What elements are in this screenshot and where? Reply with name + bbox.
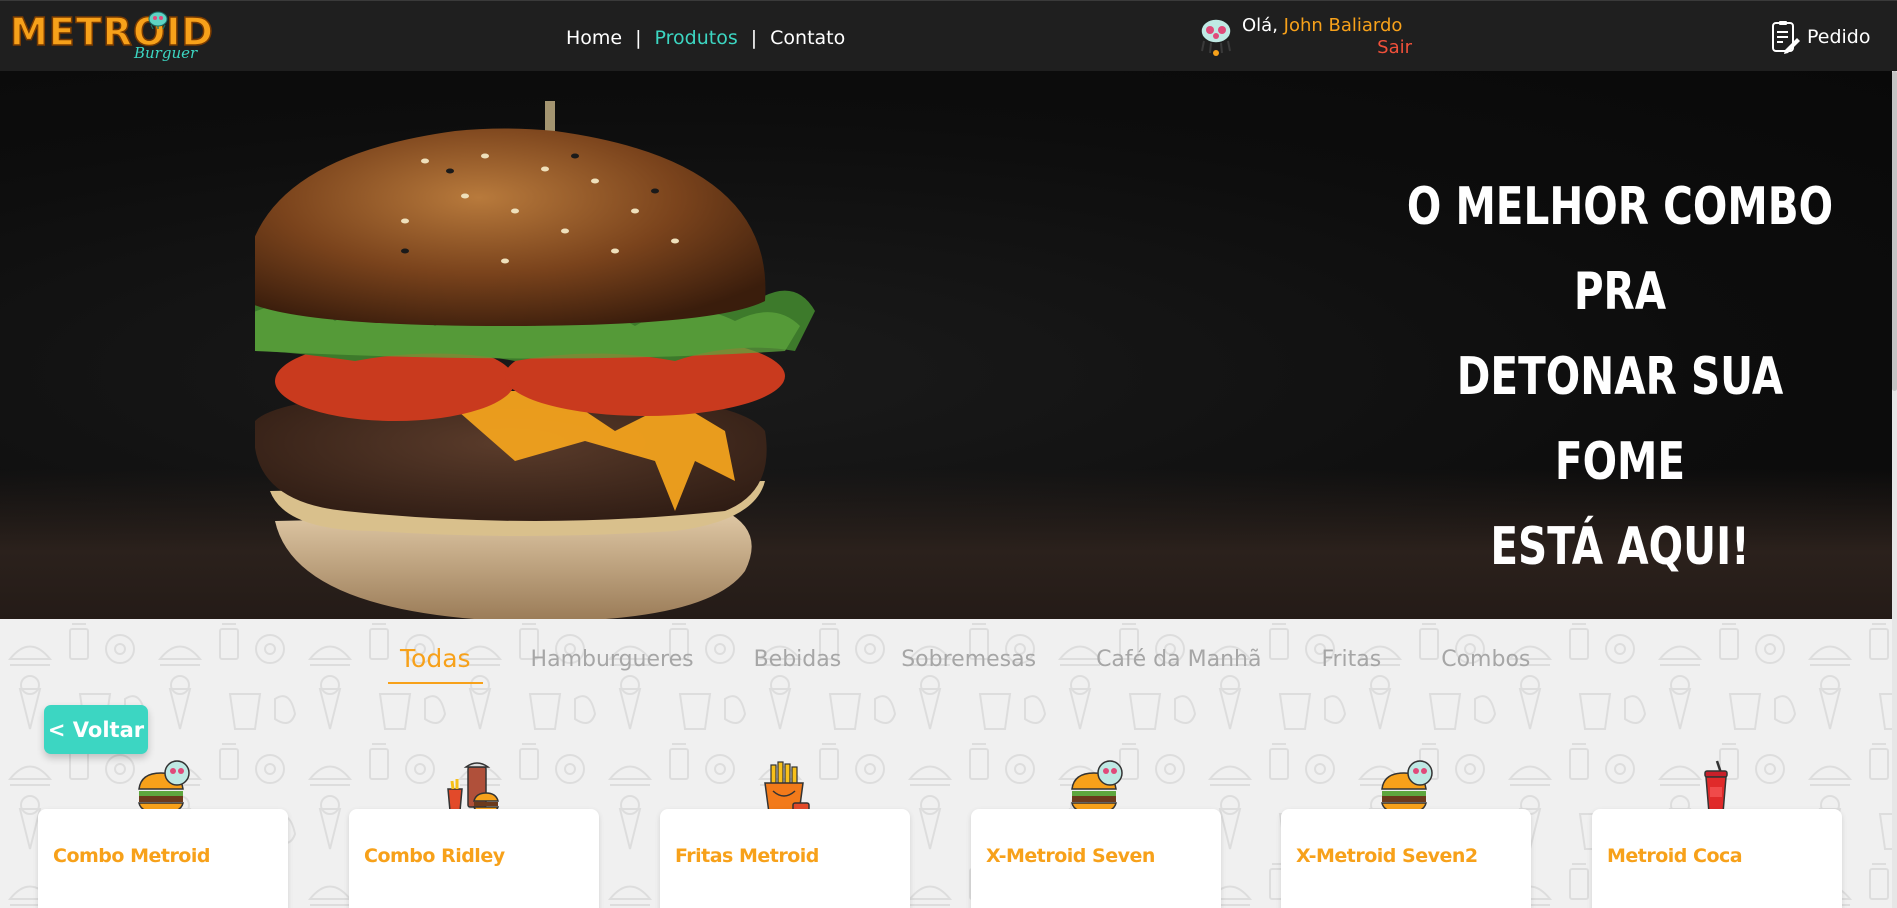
product-card[interactable]: X-Metroid Seven2 [1281,759,1531,908]
category-tab-sobremesas[interactable]: Sobremesas [889,647,1048,680]
nav-separator: | [635,27,642,49]
product-name: X-Metroid Seven [986,845,1155,867]
category-tab-hamburgueres[interactable]: Hamburgueres [519,647,706,680]
greeting-text: Olá, [1242,15,1278,36]
hero-line: O MELHOR COMBO PRA [1406,177,1834,322]
nav-link-contato[interactable]: Contato [770,27,845,49]
product-name: X-Metroid Seven2 [1296,845,1478,867]
hero-burger-image [255,101,815,619]
brand-logo[interactable]: METROID Burguer [9,11,214,63]
user-name: John Baliardo [1283,15,1403,36]
hero-banner: O MELHOR COMBO PRA DETONAR SUA FOME ESTÁ… [0,71,1892,619]
hero-line: DETONAR SUA FOME [1456,347,1784,492]
clipboard-edit-icon [1772,21,1800,54]
user-greeting: Olá, John Baliardo [1242,15,1402,36]
product-name: Combo Ridley [364,845,505,867]
product-card-body: Metroid Coca [1592,809,1842,908]
product-name: Combo Metroid [53,845,210,867]
nav-separator: | [750,27,758,49]
product-card-body: Combo Metroid [38,809,288,908]
category-tab-combos[interactable]: Combos [1429,647,1542,680]
top-navbar: METROID Burguer Home | Produtos | Contat… [0,0,1897,71]
product-name: Fritas Metroid [675,845,819,867]
order-button[interactable]: Pedido [1771,19,1871,55]
product-card-body: X-Metroid Seven [971,809,1221,908]
product-card-body: Combo Ridley [349,809,599,908]
category-tabs: Todas Hamburgueres Bebidas Sobremesas Ca… [388,644,1578,684]
product-card[interactable]: X-Metroid Seven [971,759,1221,908]
product-card-body: Fritas Metroid [660,809,910,908]
hero-title: O MELHOR COMBO PRA DETONAR SUA FOME ESTÁ… [1406,165,1835,590]
user-area: Olá, John Baliardo Sair [1198,13,1418,61]
hero-line: ESTÁ AQUI! [1490,517,1750,577]
product-name: Metroid Coca [1607,845,1743,867]
logo-subtext: Burguer [134,44,198,62]
product-card[interactable]: Fritas Metroid [660,759,910,908]
category-tab-todas[interactable]: Todas [388,644,483,684]
product-card[interactable]: Combo Ridley [349,759,599,908]
metroid-mascot-icon [1200,18,1232,56]
products-section: Todas Hamburgueres Bebidas Sobremesas Ca… [0,619,1892,908]
product-card-body: X-Metroid Seven2 [1281,809,1531,908]
logo-mascot-icon [148,11,168,29]
product-card[interactable]: Metroid Coca [1592,759,1842,908]
scrollbar-thumb[interactable] [1892,71,1897,391]
product-card[interactable]: Combo Metroid [38,759,288,908]
product-card-list: Combo Metroid Combo Ridley Fritas Metroi… [38,759,1892,908]
nav-link-home[interactable]: Home [566,27,622,49]
category-tab-fritas[interactable]: Fritas [1309,647,1393,680]
back-button[interactable]: < Voltar [44,705,148,754]
logout-link[interactable]: Sair [1377,37,1412,58]
main-nav: Home | Produtos | Contato [566,23,845,53]
nav-link-produtos[interactable]: Produtos [655,27,738,49]
category-tab-cafe-da-manha[interactable]: Café da Manhã [1084,647,1273,680]
category-tab-bebidas[interactable]: Bebidas [742,647,854,680]
order-label: Pedido [1807,26,1871,48]
